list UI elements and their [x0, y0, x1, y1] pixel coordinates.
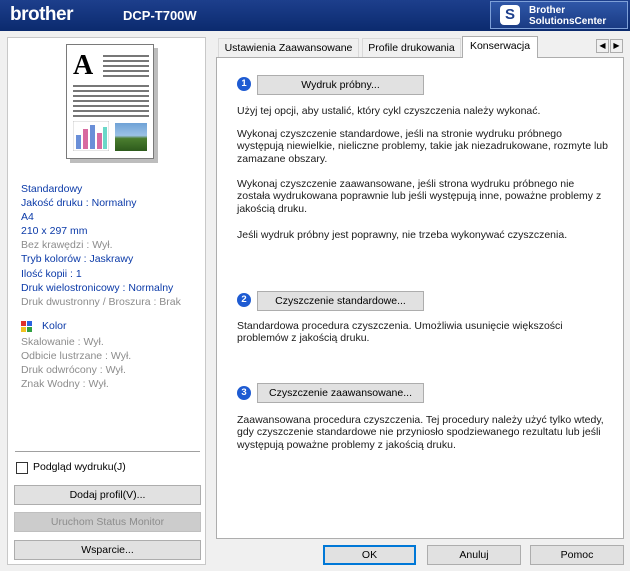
chevron-left-icon: ◀	[599, 41, 606, 50]
setting-line-5: Tryb kolorów : Jaskrawy	[21, 253, 134, 266]
ok-button[interactable]: OK	[323, 545, 416, 565]
add-profile-button[interactable]: Dodaj profil(V)...	[14, 485, 201, 505]
setting-line-1: Jakość druku : Normalny	[21, 197, 137, 210]
setting-line-2: A4	[21, 211, 34, 224]
extra-setting-line: Druk odwrócony : Wył.	[21, 364, 126, 377]
standard-cleaning-info: Standardowa procedura czyszczenia. Umożl…	[237, 320, 563, 345]
preview-chart-graphic	[73, 121, 109, 151]
setting-line-6: Ilość kopii : 1	[21, 267, 82, 280]
advanced-cleaning-info: Zaawansowana procedura czyszczenia. Tej …	[237, 414, 604, 451]
tab-print-profiles[interactable]: Profile drukowania	[362, 38, 461, 57]
step-1-icon: 1	[237, 77, 251, 91]
tab-maintenance[interactable]: Konserwacja	[462, 36, 538, 58]
setting-line-0: Standardowy	[21, 183, 83, 195]
test-print-info-3: Wykonaj czyszczenie zaawansowane, jeśli …	[237, 178, 602, 215]
step-2-icon: 2	[237, 293, 251, 307]
print-preview-checkbox[interactable]	[16, 462, 28, 474]
setting-line-3: 210 x 297 mm	[21, 225, 88, 238]
advanced-cleaning-button[interactable]: Czyszczenie zaawansowane...	[257, 383, 424, 403]
print-settings-list: Standardowy Jakość druku : Normalny A4 2…	[21, 182, 181, 309]
color-mode-label: Kolor	[42, 320, 67, 332]
settings-summary-panel: A Standardowy Jakość druku : Normalny A4…	[7, 37, 206, 565]
standard-cleaning-button[interactable]: Czyszczenie standardowe...	[257, 291, 424, 311]
setting-line-4: Bez krawędzi : Wył.	[21, 239, 113, 252]
solutions-center-label-2: SolutionsCenter	[529, 16, 607, 27]
setting-line-8: Druk dwustronny / Broszura : Brak	[21, 295, 181, 308]
help-button[interactable]: Pomoc	[530, 545, 624, 565]
step-3-icon: 3	[237, 386, 251, 400]
chevron-right-icon: ▶	[613, 41, 620, 50]
solutions-center-label-1: Brother	[529, 5, 566, 16]
extra-settings-list: Skalowanie : Wył. Odbicie lustrzane : Wy…	[21, 335, 131, 391]
header-bar: brother DCP-T700W S Brother SolutionsCen…	[0, 0, 630, 31]
maintenance-panel: 1 Wydruk próbny... Użyj tej opcji, aby u…	[216, 57, 624, 539]
test-print-info-4: Jeśli wydruk próbny jest poprawny, nie t…	[237, 229, 568, 241]
cancel-button[interactable]: Anuluj	[427, 545, 521, 565]
extra-setting-line: Skalowanie : Wył.	[21, 336, 104, 348]
panel-divider	[15, 451, 200, 452]
preview-photo-graphic	[115, 123, 147, 151]
tab-scroll-left-button[interactable]: ◀	[596, 39, 609, 53]
support-button[interactable]: Wsparcie...	[14, 540, 201, 560]
status-monitor-button[interactable]: Uruchom Status Monitor	[14, 512, 201, 532]
model-name: DCP-T700W	[123, 8, 197, 23]
solutions-center-button[interactable]: S Brother SolutionsCenter	[490, 1, 628, 29]
setting-line-7: Druk wielostronicowy : Normalny	[21, 281, 174, 294]
test-print-button[interactable]: Wydruk próbny...	[257, 75, 424, 95]
preview-letter: A	[73, 50, 94, 81]
solutions-center-icon: S	[500, 5, 520, 25]
test-print-info-1: Użyj tej opcji, aby ustalić, który cykl …	[237, 105, 541, 117]
extra-setting-line: Znak Wodny : Wył.	[21, 378, 109, 391]
print-preview-label: Podgląd wydruku(J)	[33, 461, 126, 473]
page-preview-image: A	[66, 44, 154, 159]
preview-text-lines	[103, 55, 149, 80]
extra-setting-line: Odbicie lustrzane : Wył.	[21, 350, 132, 363]
tab-advanced-settings[interactable]: Ustawienia Zaawansowane	[218, 38, 359, 57]
tab-scroll-right-button[interactable]: ▶	[610, 39, 623, 53]
brand-logo: brother	[10, 4, 74, 25]
preview-text-block	[73, 85, 149, 120]
test-print-info-2: Wykonaj czyszczenie standardowe, jeśli n…	[237, 128, 608, 165]
color-palette-icon	[21, 321, 32, 332]
